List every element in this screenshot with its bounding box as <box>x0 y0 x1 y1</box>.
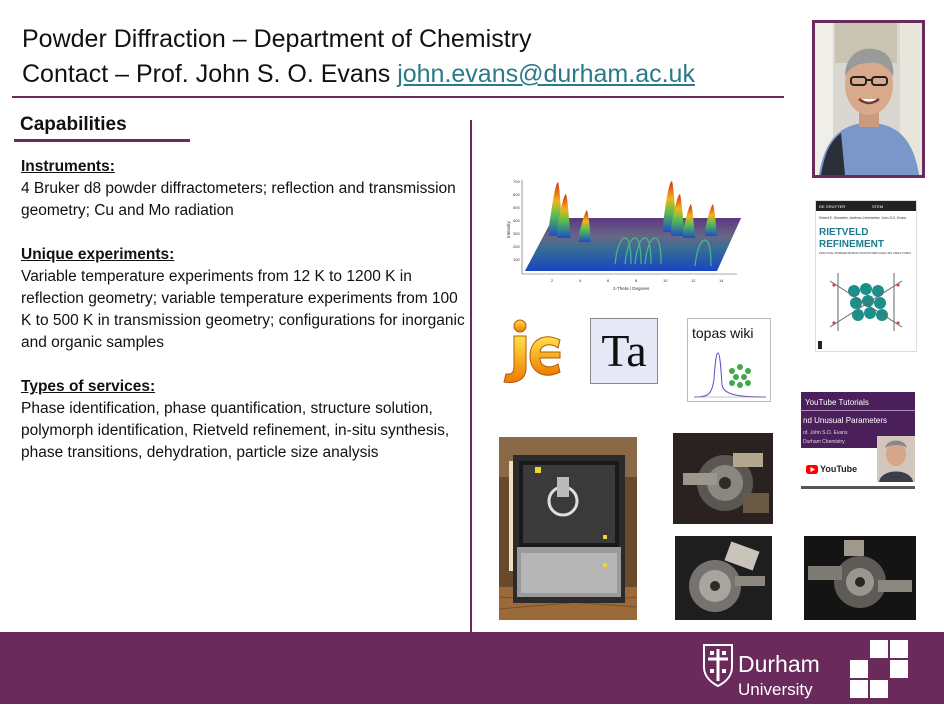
topas-wiki-logo: topas wiki <box>687 318 771 402</box>
email-link[interactable]: john.evans@durham.ac.uk <box>397 60 695 88</box>
x-tick: 10 <box>663 278 668 283</box>
contact-prefix: Contact – Prof. John S. O. Evans <box>22 60 398 88</box>
y-tick: 100 <box>513 257 520 262</box>
section-body: Phase identification, phase quantificati… <box>21 400 450 461</box>
book-authors: Robert E. Dinnebier, Andreas Leineweber,… <box>819 216 906 220</box>
x-tick: 14 <box>719 278 724 283</box>
y-tick: 300 <box>513 231 520 236</box>
ta-logo: Ta <box>590 318 658 384</box>
header-divider <box>12 96 784 98</box>
diffractometer-photo <box>499 437 637 620</box>
y-tick: 500 <box>513 205 520 210</box>
capabilities-underline <box>14 139 190 142</box>
capabilities-heading: Capabilities <box>20 114 127 135</box>
university-label: University <box>738 680 813 699</box>
book-series: STEM <box>872 204 883 209</box>
youtube-tutorial-thumbnail[interactable]: YouTube Tutorials nd Unusual Parameters … <box>801 392 915 490</box>
section-unique-experiments: Unique experiments: Variable temperature… <box>21 244 466 354</box>
section-title: Types of services: <box>21 378 156 395</box>
rietveld-book-cover: DE GRUYTER STEM Robert E. Dinnebier, And… <box>815 200 917 352</box>
book-title-1: RIETVELD <box>819 227 868 238</box>
goniometer-photo-1 <box>673 433 773 524</box>
diffraction-surface-plot: 700 600 500 400 300 200 100 2 4 6 8 10 1… <box>505 176 743 294</box>
y-tick: 400 <box>513 218 520 223</box>
x-tick: 8 <box>635 278 638 283</box>
goniometer-photo-3 <box>804 536 916 620</box>
section-title: Unique experiments: <box>21 246 175 263</box>
section-body: 4 Bruker d8 powder diffractometers; refl… <box>21 180 456 219</box>
section-body: Variable temperature experiments from 12… <box>21 268 465 351</box>
ta-logo-text: Ta <box>601 325 647 376</box>
title-line-2: Contact – Prof. John S. O. Evans john.ev… <box>22 57 695 92</box>
column-divider <box>470 120 472 634</box>
durham-brand-mark-icon <box>846 638 912 700</box>
page-title: Powder Diffraction – Department of Chemi… <box>22 22 695 92</box>
plot-y-label: Intensity <box>506 220 511 238</box>
x-tick: 12 <box>691 278 696 283</box>
jedit-logo <box>500 318 564 388</box>
y-tick: 200 <box>513 244 520 249</box>
x-tick: 4 <box>579 278 582 283</box>
y-tick: 700 <box>513 179 520 184</box>
portrait-photo <box>812 20 925 178</box>
goniometer-photo-2 <box>675 536 772 620</box>
book-subtitle: PRACTICAL POWDER DIFFRACTION PATTERN ANA… <box>819 251 911 255</box>
section-title: Instruments: <box>21 158 115 175</box>
title-line-1: Powder Diffraction – Department of Chemi… <box>22 25 532 53</box>
y-tick: 600 <box>513 192 520 197</box>
durham-crest-icon <box>702 643 734 688</box>
capabilities-text: Instruments: 4 Bruker d8 powder diffract… <box>21 156 466 486</box>
book-title-2: REFINEMENT <box>819 239 884 250</box>
x-tick: 6 <box>607 278 610 283</box>
section-services: Types of services: Phase identification,… <box>21 376 466 464</box>
university-name: Durham <box>738 651 820 677</box>
x-tick: 2 <box>551 278 554 283</box>
plot-x-label: 2-Theta / Degrees <box>613 286 650 291</box>
section-instruments: Instruments: 4 Bruker d8 powder diffract… <box>21 156 466 222</box>
book-publisher: DE GRUYTER <box>819 204 845 209</box>
youtube-logo-text: YouTube <box>820 464 858 474</box>
